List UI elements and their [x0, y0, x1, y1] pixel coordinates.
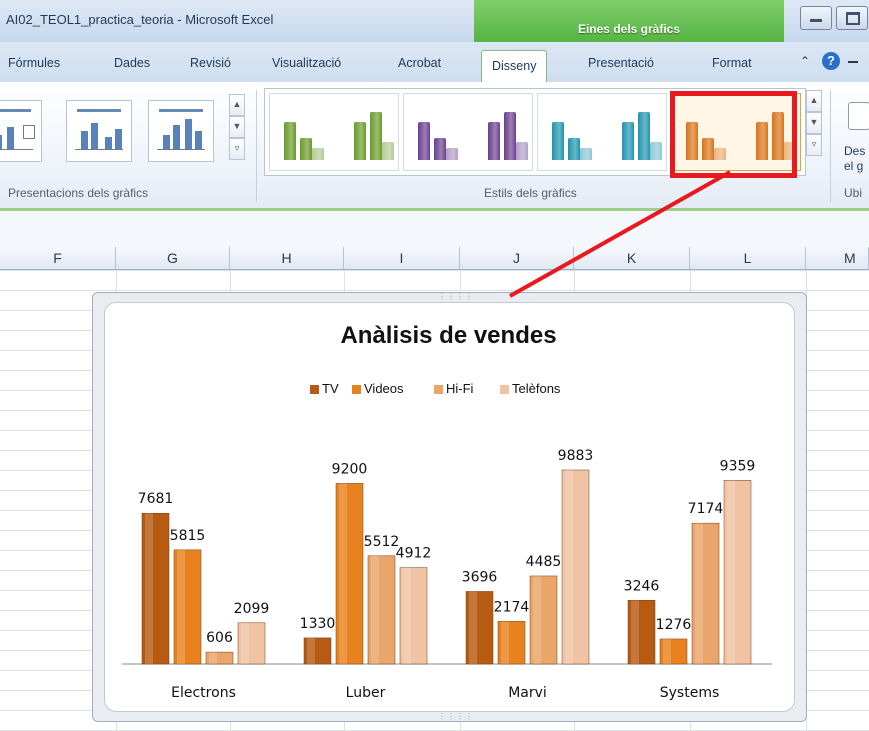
style-preview-bar: [434, 138, 446, 160]
chart-layout-2[interactable]: [66, 100, 132, 162]
group-label-styles: Estils dels gràfics: [484, 186, 577, 200]
chart-layout-3[interactable]: [148, 100, 214, 162]
styles-scroll-down[interactable]: ▼: [806, 112, 822, 134]
tab-visualitzacio[interactable]: Visualització: [272, 56, 341, 70]
style-preview-bar: [516, 142, 528, 160]
chart-style-green[interactable]: [269, 93, 399, 171]
legend-label-tv: TV: [322, 381, 339, 396]
minimize-icon[interactable]: [800, 6, 832, 30]
column-header-j[interactable]: J: [460, 247, 574, 269]
chart-title[interactable]: Anàlisis de vendes: [104, 322, 793, 350]
tab-presentacio[interactable]: Presentació: [588, 56, 654, 70]
style-preview-bar: [354, 122, 366, 160]
style-preview-bar: [650, 142, 662, 160]
legend-label-videos: Videos: [364, 381, 404, 396]
chart-area[interactable]: [104, 302, 795, 712]
column-headers: F G H I J K L M: [0, 247, 869, 270]
style-preview-bar: [418, 122, 430, 160]
chart-layout-1[interactable]: [0, 100, 42, 162]
tab-disseny[interactable]: Disseny: [481, 50, 548, 83]
column-header-l[interactable]: L: [690, 247, 806, 269]
column-header-i[interactable]: I: [344, 247, 460, 269]
legend-swatch-tv: [310, 385, 319, 394]
style-preview-bar: [382, 142, 394, 160]
move-chart-label-1: Des: [844, 144, 866, 158]
highlight-box: [670, 91, 797, 178]
chart-style-teal[interactable]: [537, 93, 667, 171]
formula-bar-area: [0, 211, 869, 248]
style-preview-bar: [580, 148, 592, 160]
ribbon-tabs: Fórmules Dades Revisió Visualització Acr…: [0, 42, 869, 83]
legend-swatch-hifi: [434, 385, 443, 394]
column-header-m[interactable]: M: [806, 247, 869, 269]
chart-tools-label: Eines dels gràfics: [577, 22, 681, 36]
style-preview-bar: [622, 122, 634, 160]
style-preview-bar: [638, 112, 650, 160]
style-preview-bar: [446, 148, 458, 160]
layouts-more[interactable]: ▿: [229, 138, 245, 160]
tab-dades[interactable]: Dades: [114, 56, 150, 70]
layouts-scroll-up[interactable]: ▲: [229, 94, 245, 116]
move-chart-icon: [848, 102, 869, 130]
styles-scroll-up[interactable]: ▲: [806, 90, 822, 112]
style-preview-bar: [552, 122, 564, 160]
style-preview-bar: [488, 122, 500, 160]
minimize-ribbon-icon[interactable]: [848, 61, 858, 63]
window-title: AI02_TEOL1_practica_teoria - Microsoft E…: [6, 12, 274, 27]
style-preview-bar: [568, 138, 580, 160]
chart-resize-handle-top[interactable]: ⋮⋮⋮⋮: [438, 292, 474, 301]
tab-format[interactable]: Format: [712, 56, 752, 70]
tab-formules[interactable]: Fórmules: [8, 56, 60, 70]
legend-swatch-videos: [352, 385, 361, 394]
chart-style-purple[interactable]: [403, 93, 533, 171]
chart-resize-handle-bottom[interactable]: ⋮⋮⋮⋮: [438, 712, 474, 721]
tab-acrobat[interactable]: Acrobat: [398, 56, 441, 70]
column-header-g[interactable]: G: [116, 247, 230, 269]
maximize-icon[interactable]: [836, 6, 868, 30]
legend-label-hifi: Hi-Fi: [446, 381, 474, 396]
legend-label-telefons: Telèfons: [512, 381, 561, 396]
group-label-layouts: Presentacions dels gràfics: [8, 186, 149, 200]
style-preview-bar: [312, 148, 324, 160]
layouts-scroll-down[interactable]: ▼: [229, 116, 245, 138]
collapse-ribbon-icon[interactable]: ⌃: [800, 54, 810, 68]
move-chart-label-2: el g: [844, 159, 864, 173]
help-icon[interactable]: ?: [822, 52, 840, 70]
style-preview-bar: [504, 112, 516, 160]
style-preview-bar: [284, 122, 296, 160]
column-header-f[interactable]: F: [0, 247, 116, 269]
column-header-k[interactable]: K: [574, 247, 690, 269]
column-header-h[interactable]: H: [230, 247, 344, 269]
legend-swatch-telefons: [500, 385, 509, 394]
style-preview-bar: [300, 138, 312, 160]
style-preview-bar: [370, 112, 382, 160]
group-label-location: Ubi: [844, 186, 863, 200]
styles-more[interactable]: ▿: [806, 134, 822, 156]
tab-revisio[interactable]: Revisió: [190, 56, 231, 70]
